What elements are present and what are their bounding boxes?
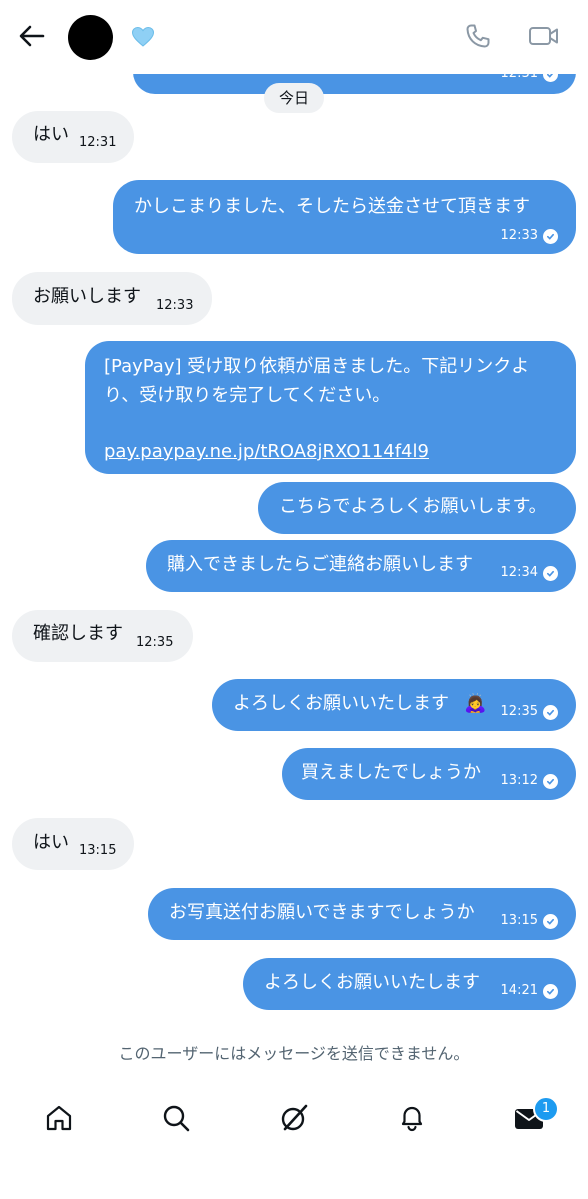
message-text: よろしくお願いいたします	[264, 972, 480, 993]
conversation-header	[0, 0, 588, 74]
message-time: 12:31	[79, 135, 117, 150]
bowing-person-emoji: 🙇‍♀️	[464, 693, 487, 714]
message-bubble-outgoing[interactable]: お写真送付お願いできますでしょうか 13:15	[148, 888, 576, 940]
light-blue-heart-icon	[128, 22, 158, 52]
messages-unread-badge: 1	[533, 1096, 559, 1122]
arrow-left-icon	[19, 25, 45, 51]
message-bubble-incoming[interactable]: はい 12:31	[12, 111, 134, 163]
paypay-link[interactable]: pay.paypay.ne.jp/tROA8jRXO114f4l9	[104, 438, 429, 466]
read-check-icon	[543, 773, 558, 789]
message-text: お写真送付お願いできますでしょうか	[169, 902, 475, 923]
cannot-message-notice: このユーザーにはメッセージを送信できません。	[118, 1044, 470, 1063]
phone-icon	[465, 23, 491, 53]
message-bubble-outgoing[interactable]: [PayPay] 受け取り依頼が届きました。下記リンクよ り、受け取りを完了して…	[85, 341, 576, 474]
message-text: はい	[33, 124, 69, 145]
message-text: かしこまりました、そしたら送金させて頂きます	[134, 196, 530, 217]
message-time: 14:21	[500, 983, 538, 998]
call-button[interactable]	[460, 20, 496, 56]
message-bubble-outgoing[interactable]: こちらでよろしくお願いします。	[258, 482, 576, 534]
message-bubble-outgoing[interactable]: かしこまりました、そしたら送金させて頂きます 12:33	[113, 180, 576, 254]
message-time: 12:33	[500, 228, 538, 243]
chat-thread[interactable]: 12:31 今日 はい 12:31 かしこまりました、そしたら送金させて頂きます…	[0, 0, 588, 1080]
read-check-icon	[543, 565, 558, 581]
message-time: 13:15	[79, 843, 117, 858]
notifications-nav-button[interactable]	[392, 1100, 432, 1140]
message-time: 12:34	[500, 565, 538, 580]
search-icon	[161, 1103, 191, 1137]
message-text: 買えましたでしょうか	[301, 762, 481, 783]
read-check-icon	[543, 228, 558, 244]
message-text: お願いします	[33, 286, 141, 307]
message-time: 12:33	[156, 298, 194, 313]
search-nav-button[interactable]	[156, 1100, 196, 1140]
read-check-icon	[543, 983, 558, 999]
message-text: よろしくお願いいたします	[233, 693, 449, 714]
video-call-button[interactable]	[525, 20, 563, 56]
notifications-bell-icon	[397, 1103, 427, 1137]
message-text: 購入できましたらご連絡お願いします	[167, 554, 473, 575]
back-button[interactable]	[14, 20, 50, 56]
message-text: はい	[33, 832, 69, 853]
message-time: 12:35	[500, 704, 538, 719]
avatar[interactable]	[68, 15, 113, 60]
read-check-icon	[543, 913, 558, 929]
date-separator: 今日	[264, 83, 324, 113]
bottom-navigation: 1	[0, 1086, 588, 1199]
message-bubble-incoming[interactable]: 確認します 12:35	[12, 610, 193, 662]
grok-nav-button[interactable]	[274, 1100, 314, 1140]
read-check-icon	[543, 704, 558, 720]
message-text: こちらでよろしくお願いします。	[279, 496, 547, 517]
message-text-line-1: [PayPay] 受け取り依頼が届きました。下記リンクよ	[104, 356, 530, 377]
message-bubble-outgoing[interactable]: 買えましたでしょうか 13:12	[282, 748, 576, 800]
message-time: 12:35	[136, 635, 174, 650]
home-nav-button[interactable]	[39, 1100, 79, 1140]
message-text: 確認します	[33, 623, 123, 644]
grok-icon	[278, 1102, 310, 1138]
message-bubble-outgoing[interactable]: 購入できましたらご連絡お願いします 12:34	[146, 540, 576, 592]
video-camera-icon	[528, 24, 560, 52]
message-time: 13:12	[500, 773, 538, 788]
message-bubble-incoming[interactable]: はい 13:15	[12, 818, 134, 870]
home-icon	[44, 1103, 74, 1137]
message-bubble-incoming[interactable]: お願いします 12:33	[12, 272, 212, 325]
message-time: 13:15	[500, 913, 538, 928]
message-bubble-outgoing[interactable]: よろしくお願いいたします 14:21	[243, 958, 576, 1010]
message-text-line-2: り、受け取りを完了してください。	[104, 385, 391, 406]
message-bubble-outgoing[interactable]: よろしくお願いいたします 🙇‍♀️ 12:35	[212, 679, 576, 731]
